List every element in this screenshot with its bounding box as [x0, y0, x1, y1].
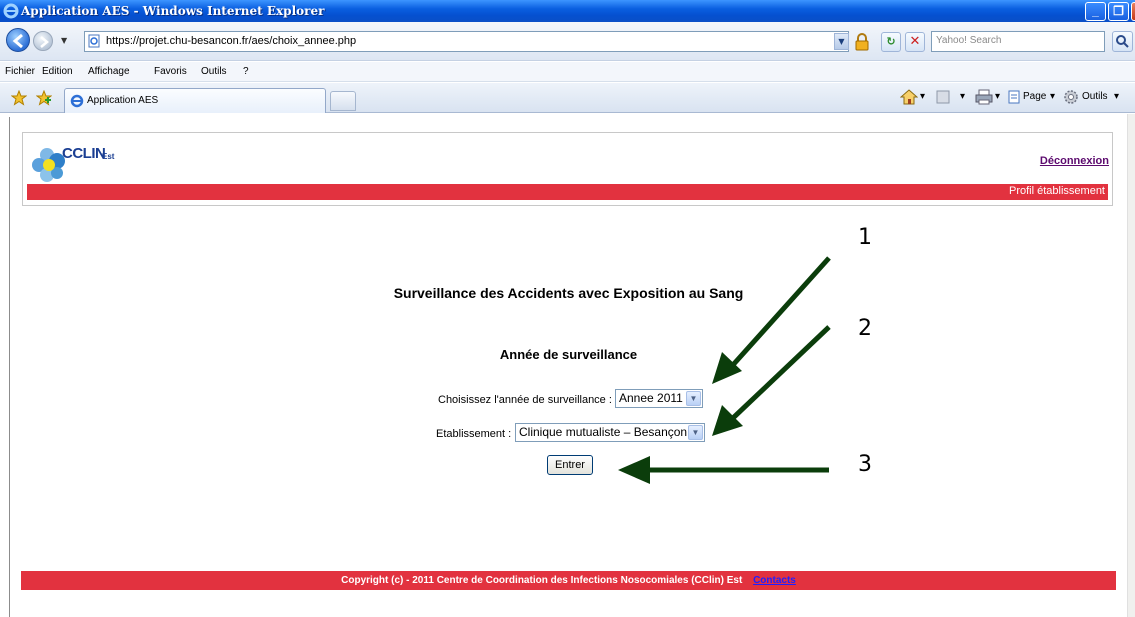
copyright-text: Copyright (c) - 2011 Centre de Coordinat… — [341, 575, 743, 586]
chevron-down-icon[interactable]: ▼ — [688, 425, 703, 440]
menu-bar: Fichier Edition Affichage Favoris Outils… — [0, 62, 1135, 82]
site-header: CCLIN Est Déconnexion Profil établisseme… — [22, 132, 1113, 206]
search-icon — [1116, 35, 1129, 48]
profile-bar: Profil établissement — [27, 184, 1108, 200]
chevron-down-icon[interactable]: ▼ — [686, 391, 701, 406]
back-button[interactable] — [6, 28, 30, 52]
window-title-bar: Application AES - Windows Internet Explo… — [0, 0, 1135, 22]
year-select[interactable]: Annee 2011 ▼ — [615, 389, 703, 408]
page-title: Surveillance des Accidents avec Expositi… — [393, 285, 744, 301]
contacts-link[interactable]: Contacts — [753, 575, 796, 586]
lock-icon[interactable] — [853, 33, 871, 51]
home-dropdown-icon[interactable]: ▾ — [920, 91, 925, 102]
recent-pages-dropdown-icon[interactable]: ▼ — [61, 36, 67, 45]
search-placeholder: Yahoo! Search — [936, 35, 1002, 46]
menu-item-outils[interactable]: Outils — [201, 66, 227, 77]
home-icon[interactable] — [900, 89, 918, 105]
search-button[interactable] — [1112, 31, 1133, 52]
tab-application-aes[interactable]: Application AES — [64, 88, 326, 113]
new-tab-button[interactable] — [330, 91, 356, 111]
address-toolbar: ▼ https://projet.chu-besancon.fr/aes/cho… — [0, 22, 1135, 61]
back-arrow-icon — [12, 33, 23, 49]
internet-explorer-icon — [3, 3, 19, 19]
close-button[interactable]: ✕ — [1131, 2, 1135, 21]
menu-item-fichier[interactable]: Fichier — [5, 66, 35, 77]
refresh-button[interactable]: ↻ — [881, 32, 901, 52]
menu-item-favoris[interactable]: Favoris — [154, 66, 187, 77]
establishment-select[interactable]: Clinique mutualiste – Besançon ▼ — [515, 423, 705, 442]
page-icon — [88, 34, 100, 48]
print-icon[interactable] — [975, 89, 993, 105]
vertical-scrollbar[interactable] — [1127, 114, 1135, 617]
page-menu-dropdown-icon[interactable]: ▾ — [1050, 91, 1055, 102]
forward-button[interactable] — [33, 31, 53, 51]
gear-icon[interactable] — [1063, 89, 1079, 105]
print-dropdown-icon[interactable]: ▾ — [995, 91, 1000, 102]
footer-bar: Copyright (c) - 2011 Centre de Coordinat… — [21, 571, 1116, 590]
feeds-dropdown-icon[interactable]: ▾ — [960, 91, 965, 102]
minimize-button[interactable]: _ — [1085, 2, 1106, 21]
menu-item-help[interactable]: ? — [243, 66, 249, 77]
internet-explorer-icon — [70, 94, 84, 108]
url-text: https://projet.chu-besancon.fr/aes/choix… — [106, 35, 357, 47]
address-input[interactable]: https://projet.chu-besancon.fr/aes/choix… — [84, 31, 849, 52]
tools-menu-label[interactable]: Outils — [1082, 91, 1108, 102]
logout-link[interactable]: Déconnexion — [1040, 155, 1109, 167]
menu-item-affichage[interactable]: Affichage — [88, 66, 130, 77]
feeds-icon[interactable] — [936, 90, 950, 104]
tab-bar: Application AES ▾ ▾ ▾ Page ▾ Outils ▾ — [0, 83, 1135, 113]
address-dropdown-icon[interactable]: ▼ — [834, 33, 849, 50]
search-input[interactable]: Yahoo! Search — [931, 31, 1105, 52]
profile-label: Profil établissement — [1009, 185, 1105, 197]
year-label: Choisissez l'année de surveillance : — [438, 394, 612, 406]
section-title: Année de surveillance — [499, 347, 638, 362]
menu-item-edition[interactable]: Edition — [42, 66, 73, 77]
tools-dropdown-icon[interactable]: ▾ — [1114, 91, 1119, 102]
tab-label: Application AES — [87, 95, 159, 106]
add-favorite-icon[interactable] — [36, 90, 52, 106]
maximize-button[interactable]: ❐ — [1108, 2, 1129, 21]
enter-button[interactable]: Entrer — [547, 455, 593, 475]
forward-arrow-icon — [40, 36, 49, 48]
page-content: CCLIN Est Déconnexion Profil établisseme… — [9, 117, 1126, 617]
stop-button[interactable]: ✕ — [905, 32, 925, 52]
establishment-select-value: Clinique mutualiste – Besançon — [519, 425, 688, 439]
logo-text: CCLIN — [62, 145, 106, 162]
page-menu-label[interactable]: Page — [1023, 91, 1046, 102]
window-title: Application AES - Windows Internet Explo… — [21, 4, 325, 18]
year-select-value: Annee 2011 — [619, 391, 683, 405]
establishment-label: Etablissement : — [436, 428, 512, 440]
page-menu-icon[interactable] — [1007, 90, 1021, 104]
logo-suffix: Est — [102, 152, 115, 161]
favorites-star-icon[interactable] — [11, 90, 27, 106]
